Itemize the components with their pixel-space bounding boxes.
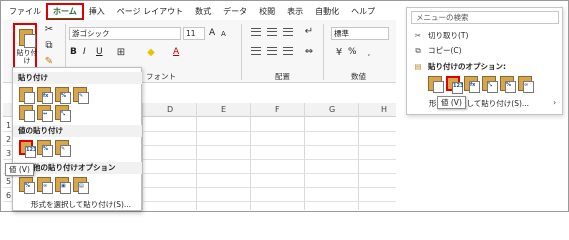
row-header-5[interactable]: 5 [6, 177, 11, 186]
italic-button[interactable]: I [83, 47, 86, 58]
tab-automate[interactable]: 自動化 [309, 4, 345, 20]
align-middle-icon[interactable] [267, 28, 277, 36]
paste-keep-source-format-icon[interactable]: ✎ [73, 87, 89, 104]
divider [241, 24, 242, 80]
paste-transpose-icon[interactable]: ⤡ [55, 105, 71, 122]
wrap-text-icon[interactable]: ↵ [303, 26, 315, 38]
font-color-button[interactable]: A [173, 47, 179, 58]
clipboard-icon: ▤ [414, 62, 422, 71]
paste-linked-picture-icon[interactable]: ▤ [73, 177, 89, 194]
paste-values-icon[interactable]: 123 [19, 140, 37, 158]
column-header-g[interactable]: G [329, 105, 335, 114]
currency-icon[interactable]: ¥ [333, 47, 345, 59]
border-icon[interactable]: ⊞ [115, 47, 127, 59]
paste-options-header: ▤ 貼り付けのオプション: [411, 61, 506, 72]
font-group-label: フォント [146, 72, 176, 81]
row-header-1[interactable]: 1 [6, 121, 11, 130]
paste-no-borders-icon[interactable] [19, 105, 35, 122]
font-name-select[interactable]: 游ゴシック [69, 27, 181, 40]
grid-line [250, 103, 251, 210]
column-header-d[interactable]: D [167, 105, 173, 114]
tab-home[interactable]: ホーム [46, 3, 84, 21]
paste-formatting-icon[interactable]: % [19, 177, 35, 194]
row-header-2[interactable]: 2 [6, 135, 11, 144]
align-center-icon[interactable] [267, 47, 277, 55]
alignment-group-label: 配置 [275, 72, 290, 81]
tab-file[interactable]: ファイル [3, 4, 47, 20]
cut-label: 切り取り(T) [428, 31, 469, 40]
bold-button[interactable]: B [70, 47, 77, 58]
grid-line [196, 103, 197, 210]
paste-dropdown: 貼り付け fx % ✎ ↔ ⤡ 値の貼り付け 123 % ✎ その他の貼り付けオ… [12, 67, 142, 211]
grid-line [142, 103, 143, 210]
align-right-icon[interactable] [283, 47, 293, 55]
tab-page-layout[interactable]: ページ レイアウト [111, 4, 189, 20]
align-bottom-icon[interactable] [283, 28, 293, 36]
ribbon-tabs: ファイル ホーム 挿入 ページ レイアウト 数式 データ 校閲 表示 自動化 ヘ… [3, 3, 381, 21]
tab-insert[interactable]: 挿入 [83, 4, 111, 20]
column-header-f[interactable]: F [275, 105, 280, 114]
paste-picture-icon[interactable]: ▣ [55, 177, 71, 194]
cut-icon[interactable]: ✂ [43, 24, 55, 36]
number-group-label: 数値 [351, 72, 366, 81]
cut-icon: ✂ [414, 31, 422, 40]
paste-values-icon-label: 123 [26, 147, 37, 153]
ctx-paste-formulas-icon[interactable]: fx [464, 76, 480, 93]
merge-cells-icon[interactable]: ⇔ [303, 46, 315, 58]
comma-style-icon[interactable]: , [363, 47, 375, 59]
copy-label: コピー(C) [428, 46, 462, 55]
column-header-e[interactable]: E [221, 105, 226, 114]
tab-view[interactable]: 表示 [281, 4, 309, 20]
fill-color-icon[interactable]: ◆ [145, 47, 157, 59]
paste-link-icon[interactable]: ∞ [37, 177, 53, 194]
chevron-right-icon: › [553, 98, 557, 107]
copy-icon: ⧉ [415, 46, 421, 55]
tab-review[interactable]: 校閲 [253, 4, 281, 20]
number-format-select[interactable]: 標準 [331, 27, 389, 40]
paste-values-section-header: 値の貼り付け [13, 125, 142, 137]
column-header-h[interactable]: H [381, 105, 387, 114]
ctx-paste-icon[interactable] [428, 76, 444, 93]
copy-menu-item[interactable]: ⧉ コピー(C) [411, 45, 462, 56]
paste-values-source-format-icon[interactable]: ✎ [55, 140, 71, 157]
tab-help[interactable]: ヘルプ [345, 4, 381, 20]
paste-section-header: 貼り付け [13, 72, 142, 84]
ctx-paste-values-icon-label: 123 [453, 83, 464, 89]
paste-button[interactable]: 貼り付け ⌄ [13, 23, 38, 73]
cut-menu-item[interactable]: ✂ 切り取り(T) [411, 30, 469, 41]
ctx-paste-link-icon[interactable]: ∞ [518, 76, 534, 93]
underline-button[interactable]: U [96, 47, 103, 58]
menu-search-input[interactable]: メニューの検索 [411, 11, 559, 24]
row-header-3[interactable]: 3 [6, 149, 11, 158]
copy-icon[interactable]: ⧉ [43, 40, 55, 52]
paste-options-label: 貼り付けのオプション: [428, 62, 506, 71]
align-left-icon[interactable] [251, 47, 261, 55]
paste-formulas-number-format-icon[interactable]: % [55, 87, 71, 104]
align-top-icon[interactable] [251, 28, 261, 36]
paste-icon[interactable] [19, 87, 35, 104]
grid-line [358, 103, 359, 210]
paste-formulas-icon[interactable]: fx [37, 87, 53, 104]
ctx-paste-values-icon[interactable]: 123 [446, 76, 464, 94]
context-menu: メニューの検索 ✂ 切り取り(T) ⧉ コピー(C) ▤ 貼り付けのオプション: 12… [406, 7, 563, 115]
grow-font-button[interactable]: A [209, 28, 215, 39]
divider [323, 24, 324, 80]
clipboard-icon [19, 29, 36, 48]
ctx-paste-transpose-icon[interactable]: ⤡ [482, 76, 498, 93]
ctx-paste-values-tooltip: 値 (V) [437, 96, 466, 109]
row-header-6[interactable]: 6 [6, 191, 11, 200]
percent-button[interactable]: % [348, 47, 357, 58]
ctx-paste-formatting-icon[interactable]: % [500, 76, 516, 93]
tab-formulas[interactable]: 数式 [189, 4, 217, 20]
paste-values-number-format-icon[interactable]: % [37, 140, 53, 157]
font-size-select[interactable]: 11 [183, 27, 205, 40]
shrink-font-button[interactable]: A [221, 29, 226, 40]
tab-data[interactable]: データ [217, 4, 253, 20]
paste-special-menu-item[interactable]: 形式を選択して貼り付け(S)... [31, 199, 131, 210]
grid-line [304, 103, 305, 210]
paste-keep-column-widths-icon[interactable]: ↔ [37, 105, 53, 122]
paste-values-tooltip: 値 (V) [5, 163, 34, 176]
